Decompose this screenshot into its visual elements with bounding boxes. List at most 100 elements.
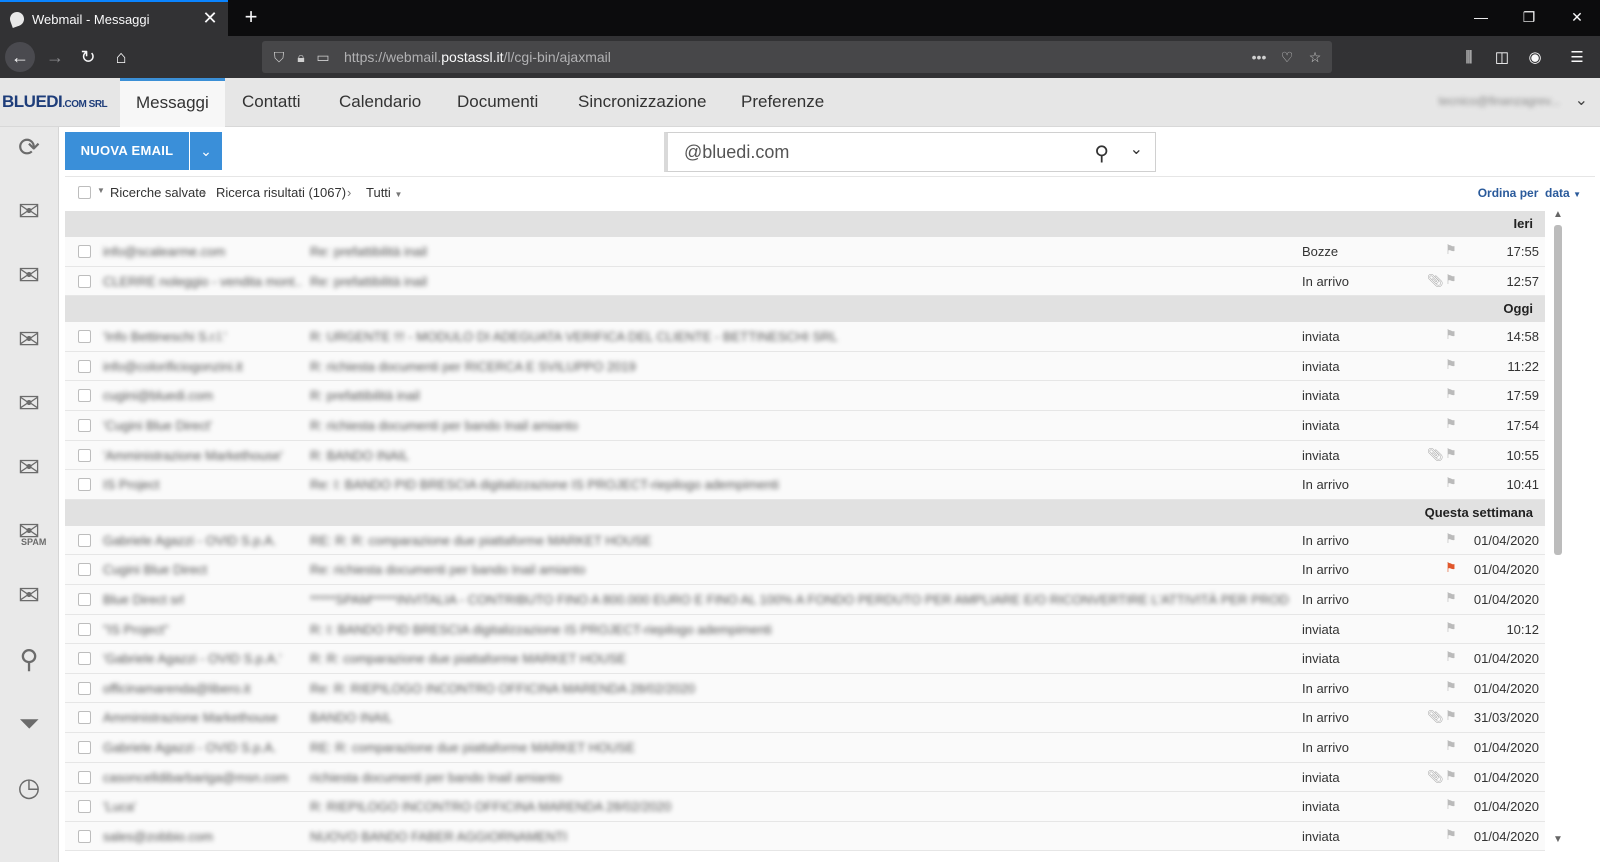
- flag-icon[interactable]: ⚑: [1445, 708, 1457, 724]
- message-row[interactable]: CLERRE noleggio - vendita mont... Re: pre…: [65, 266, 1545, 297]
- new-tab-button[interactable]: +: [238, 4, 264, 30]
- menu-icon[interactable]: ☰: [1566, 47, 1588, 69]
- select-all-checkbox[interactable]: [78, 186, 91, 199]
- message-row[interactable]: Amministrazione Markethouse BANDO INAIL In…: [65, 703, 1545, 733]
- flag-icon[interactable]: ⚑: [1445, 327, 1457, 343]
- flag-icon[interactable]: ⚑: [1445, 649, 1457, 665]
- tab-messaggi[interactable]: Messaggi: [120, 78, 225, 127]
- message-row[interactable]: Cugini Blue Direct Re: richiesta document…: [65, 555, 1545, 585]
- bookmark-star-icon[interactable]: ☆: [1306, 48, 1324, 66]
- flag-icon[interactable]: ⚑: [1445, 679, 1457, 695]
- message-row[interactable]: casoncelldibarbariga@msn.com richiesta do…: [65, 762, 1545, 793]
- flag-icon[interactable]: ⚑: [1445, 386, 1457, 402]
- scroll-down-icon[interactable]: ▼: [1553, 834, 1563, 845]
- url-text[interactable]: https://webmail.postassl.it/l/cgi-bin/aj…: [344, 41, 611, 73]
- flag-icon[interactable]: ⚑: [1445, 620, 1457, 636]
- browser-tab[interactable]: Webmail - Messaggi ✕: [0, 0, 228, 36]
- breadcrumb-saved-searches[interactable]: Ricerche salvate: [110, 177, 206, 209]
- new-email-dropdown-chevron-icon[interactable]: ⌄: [190, 132, 222, 170]
- flag-icon[interactable]: ⚑: [1445, 768, 1457, 784]
- sort-control[interactable]: Ordina per data ▼: [1478, 177, 1581, 211]
- close-tab-icon[interactable]: ✕: [200, 8, 220, 28]
- message-checkbox[interactable]: [78, 389, 91, 403]
- history-clock-icon[interactable]: ◷: [9, 767, 49, 807]
- library-icon[interactable]: ⫼: [1458, 47, 1480, 69]
- page-actions-icon[interactable]: •••: [1250, 48, 1268, 66]
- flag-icon[interactable]: ⚑: [1445, 797, 1457, 813]
- message-row[interactable]: officinamarenda@libero.it Re: R: RIEPILOG…: [65, 673, 1545, 704]
- sidebar-toggle-icon[interactable]: ◫: [1491, 47, 1513, 69]
- flag-icon[interactable]: ⚑: [1445, 827, 1457, 843]
- pocket-icon[interactable]: ♡: [1278, 48, 1296, 66]
- search-icon[interactable]: ⚲: [9, 639, 49, 679]
- flag-icon[interactable]: ⚑: [1445, 531, 1457, 547]
- url-bar[interactable]: ⛉ 🔒︎ ▭ https://webmail.postassl.it/l/cgi…: [262, 41, 1332, 73]
- inbox-icon[interactable]: ✉: [9, 191, 49, 231]
- flag-icon[interactable]: ⚑: [1445, 416, 1457, 432]
- shield-icon[interactable]: ⛉: [270, 48, 288, 66]
- message-checkbox[interactable]: [78, 330, 91, 344]
- message-checkbox[interactable]: [78, 478, 91, 492]
- message-checkbox[interactable]: [78, 274, 91, 288]
- lock-icon[interactable]: 🔒︎: [292, 48, 310, 66]
- tab-preferenze[interactable]: Preferenze: [725, 78, 840, 127]
- message-checkbox[interactable]: [78, 740, 91, 754]
- message-checkbox[interactable]: [78, 245, 91, 258]
- message-checkbox[interactable]: [78, 563, 91, 577]
- search-options-chevron-icon[interactable]: ⌄: [1130, 139, 1143, 159]
- flag-icon[interactable]: ⚑: [1445, 560, 1457, 576]
- restore-icon[interactable]: ❐: [1514, 6, 1544, 28]
- search-input[interactable]: @bluedi.com: [684, 133, 789, 171]
- home-icon[interactable]: ⌂: [106, 42, 136, 72]
- mail-outbox-icon[interactable]: ✉: [9, 447, 49, 487]
- minimize-icon[interactable]: —: [1466, 6, 1496, 28]
- scrollbar[interactable]: ▲ ▼: [1550, 209, 1566, 845]
- tab-contatti[interactable]: Contatti: [226, 78, 317, 127]
- flag-icon[interactable]: ⚑: [1445, 590, 1457, 606]
- flag-icon[interactable]: ⚑: [1445, 242, 1457, 258]
- message-row[interactable]: 'Gabriele Agazzi - OVID S.p.A.' R: R: com…: [65, 644, 1545, 674]
- message-checkbox[interactable]: [78, 418, 91, 432]
- scroll-up-icon[interactable]: ▲: [1553, 209, 1563, 220]
- message-checkbox[interactable]: [78, 711, 91, 725]
- flag-icon[interactable]: ⚑: [1445, 272, 1457, 288]
- message-row[interactable]: Gabriele Agazzi - OVID S.p.A. RE: R: R: c…: [65, 525, 1545, 556]
- breadcrumb-results[interactable]: Ricerca risultati (1067): [216, 177, 346, 209]
- flag-icon[interactable]: ⚑: [1445, 357, 1457, 373]
- back-arrow-icon[interactable]: ←: [5, 42, 35, 72]
- message-checkbox[interactable]: [78, 652, 91, 666]
- message-row[interactable]: info@scalearme.com Re: prefattibilità ina…: [65, 237, 1545, 267]
- message-row[interactable]: 'Cugini Blue Direct' R: richiesta documen…: [65, 410, 1545, 441]
- scrollbar-thumb[interactable]: [1554, 225, 1562, 555]
- message-row[interactable]: 'Luca' R: RIEPILOGO INCONTRO OFFICINA MAR…: [65, 792, 1545, 822]
- message-row[interactable]: 'Info Bettineschi S.r.l.' R: URGENTE !!! …: [65, 322, 1545, 352]
- message-row[interactable]: "IS Project" R: I: BANDO PID BRESCIA digi…: [65, 614, 1545, 645]
- search-icon[interactable]: ⚲: [1094, 141, 1109, 166]
- message-checkbox[interactable]: [78, 800, 91, 814]
- account-icon[interactable]: ◉: [1524, 47, 1546, 69]
- tab-documenti[interactable]: Documenti: [441, 78, 554, 127]
- close-window-icon[interactable]: ✕: [1562, 6, 1592, 28]
- breadcrumb-filter[interactable]: Tutti ▼: [366, 177, 402, 211]
- flag-icon[interactable]: ⚑: [1445, 446, 1457, 462]
- spam-icon[interactable]: ✉ SPAM: [9, 511, 49, 551]
- refresh-icon[interactable]: ⟳: [9, 127, 49, 167]
- mail-folder-icon[interactable]: ✉: [9, 255, 49, 295]
- message-row[interactable]: IS Project Re: I: BANDO PID BRESCIA digit…: [65, 470, 1545, 500]
- chevron-down-icon[interactable]: ⌄: [1575, 90, 1588, 110]
- message-checkbox[interactable]: [78, 533, 91, 547]
- account-name[interactable]: tecnico@finanzagrev...: [1439, 94, 1560, 108]
- search-field[interactable]: @bluedi.com ⚲ ⌄: [664, 132, 1156, 172]
- message-row[interactable]: cugini@bluedi.com R: prefattibilità inail…: [65, 381, 1545, 411]
- flag-icon[interactable]: ⚑: [1445, 738, 1457, 754]
- message-checkbox[interactable]: [78, 448, 91, 462]
- message-row[interactable]: 'Amministrazione Markethouse' R: BANDO IN…: [65, 440, 1545, 471]
- flag-icon[interactable]: ⚑: [1445, 475, 1457, 491]
- permissions-icon[interactable]: ▭: [314, 48, 332, 66]
- message-row[interactable]: info@colorificiogonzini.it R: richiesta d…: [65, 351, 1545, 382]
- select-dropdown-icon[interactable]: ▼: [97, 186, 105, 195]
- message-checkbox[interactable]: [78, 359, 91, 373]
- message-checkbox[interactable]: [78, 592, 91, 606]
- message-checkbox[interactable]: [78, 681, 91, 695]
- forward-arrow-icon[interactable]: →: [40, 42, 70, 72]
